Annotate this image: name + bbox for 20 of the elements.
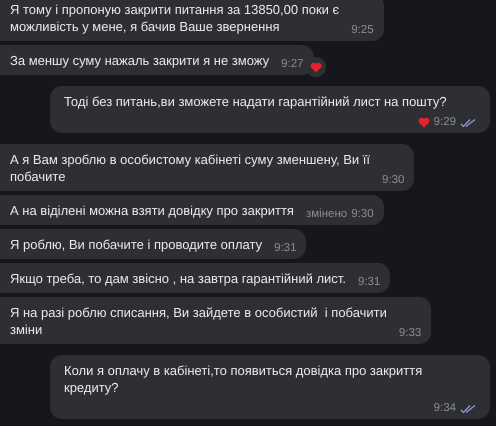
- message-text: Я роблю, Ви побачите і проводите оплату: [10, 236, 262, 253]
- message-time: 9:29: [434, 115, 456, 130]
- message-text: Я тому і пропоную закрити питання за 13850,00 поки є можливість у мене, я бачив Ваше звернення: [10, 1, 340, 35]
- message-text: За меншу суму нажаль закрити я не зможу: [10, 52, 270, 69]
- reaction-badge[interactable]: [306, 57, 326, 77]
- message-time: 9:31: [358, 275, 380, 290]
- message-text: Коли я оплачу в кабінеті,то появиться довідка про закриття кредиту?: [64, 362, 422, 396]
- message-text: Я на разі роблю списання, Ви зайдете в особистий і побачити зміни: [10, 304, 387, 338]
- message-time: 9:30: [351, 207, 374, 222]
- message-time: 9:30: [382, 173, 404, 188]
- message-time: 9:34: [434, 401, 456, 416]
- message-text: А на віділені можна взяти довідку про закриття: [10, 202, 294, 219]
- message-text: Тоді без питань,ви зможете надати гарантійний лист на пошту?: [64, 93, 447, 110]
- message-text: Якщо треба, то дам звісно , на завтра гарантійний лист.: [10, 270, 346, 287]
- message-time: 9:33: [398, 326, 422, 341]
- message-text: А я Вам зроблю в особистому кабінеті суму зменшену, Ви її побачите: [10, 151, 370, 185]
- message-time: 9:27: [281, 57, 304, 72]
- message-time: 9:31: [274, 241, 296, 256]
- message-time: 9:25: [351, 23, 374, 38]
- edited-label: змінено: [306, 207, 348, 222]
